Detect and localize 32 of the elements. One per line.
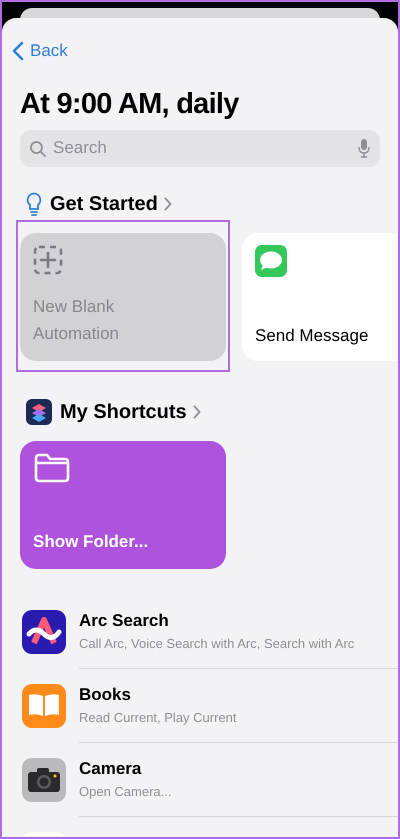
open-book-icon — [22, 684, 66, 728]
dashed-plus-icon — [33, 244, 63, 274]
section-header-link[interactable]: Get Started — [50, 188, 172, 218]
back-button[interactable]: Back — [12, 38, 68, 64]
app-name: Arc Search — [79, 610, 170, 632]
search-icon — [29, 140, 47, 158]
section-header-link[interactable]: My Shortcuts — [60, 396, 201, 426]
card-label: New Blank Automation — [33, 296, 120, 344]
search-field[interactable]: Search — [20, 130, 380, 166]
app-actions: Call Arc, Voice Search with Arc, Search with Arc — [79, 634, 356, 652]
app-actions: Read Current, Play Current — [79, 708, 238, 726]
app-row[interactable]: Books Read Current, Play Current — [2, 668, 398, 742]
app-name: Camera — [79, 758, 142, 780]
chevron-right-icon — [164, 196, 172, 210]
chevron-left-icon — [12, 40, 24, 61]
card-label: Show Folder... — [33, 531, 148, 553]
shortcut-card[interactable]: Send Message — [242, 232, 398, 360]
shortcuts-app-icon — [26, 398, 52, 424]
page-title: At 9:00 AM, daily — [20, 86, 240, 122]
card-label: Send Message — [255, 324, 368, 346]
app-icon — [22, 610, 66, 654]
app-row[interactable]: Camera Open Camera... — [2, 742, 398, 816]
speech-bubble-icon — [255, 244, 287, 276]
folder-icon — [33, 452, 71, 482]
lightbulb-icon — [26, 192, 42, 216]
app-row[interactable]: Arc Search Call Arc, Voice Search with Arc, Search with Arc — [2, 594, 398, 668]
camera-icon — [22, 758, 66, 802]
shortcut-card[interactable]: Show Folder... — [20, 440, 226, 568]
app-actions: Open Camera... — [79, 782, 172, 800]
microphone-icon[interactable] — [358, 138, 370, 158]
chevron-right-icon — [192, 404, 201, 418]
app-name: Books — [79, 684, 132, 706]
